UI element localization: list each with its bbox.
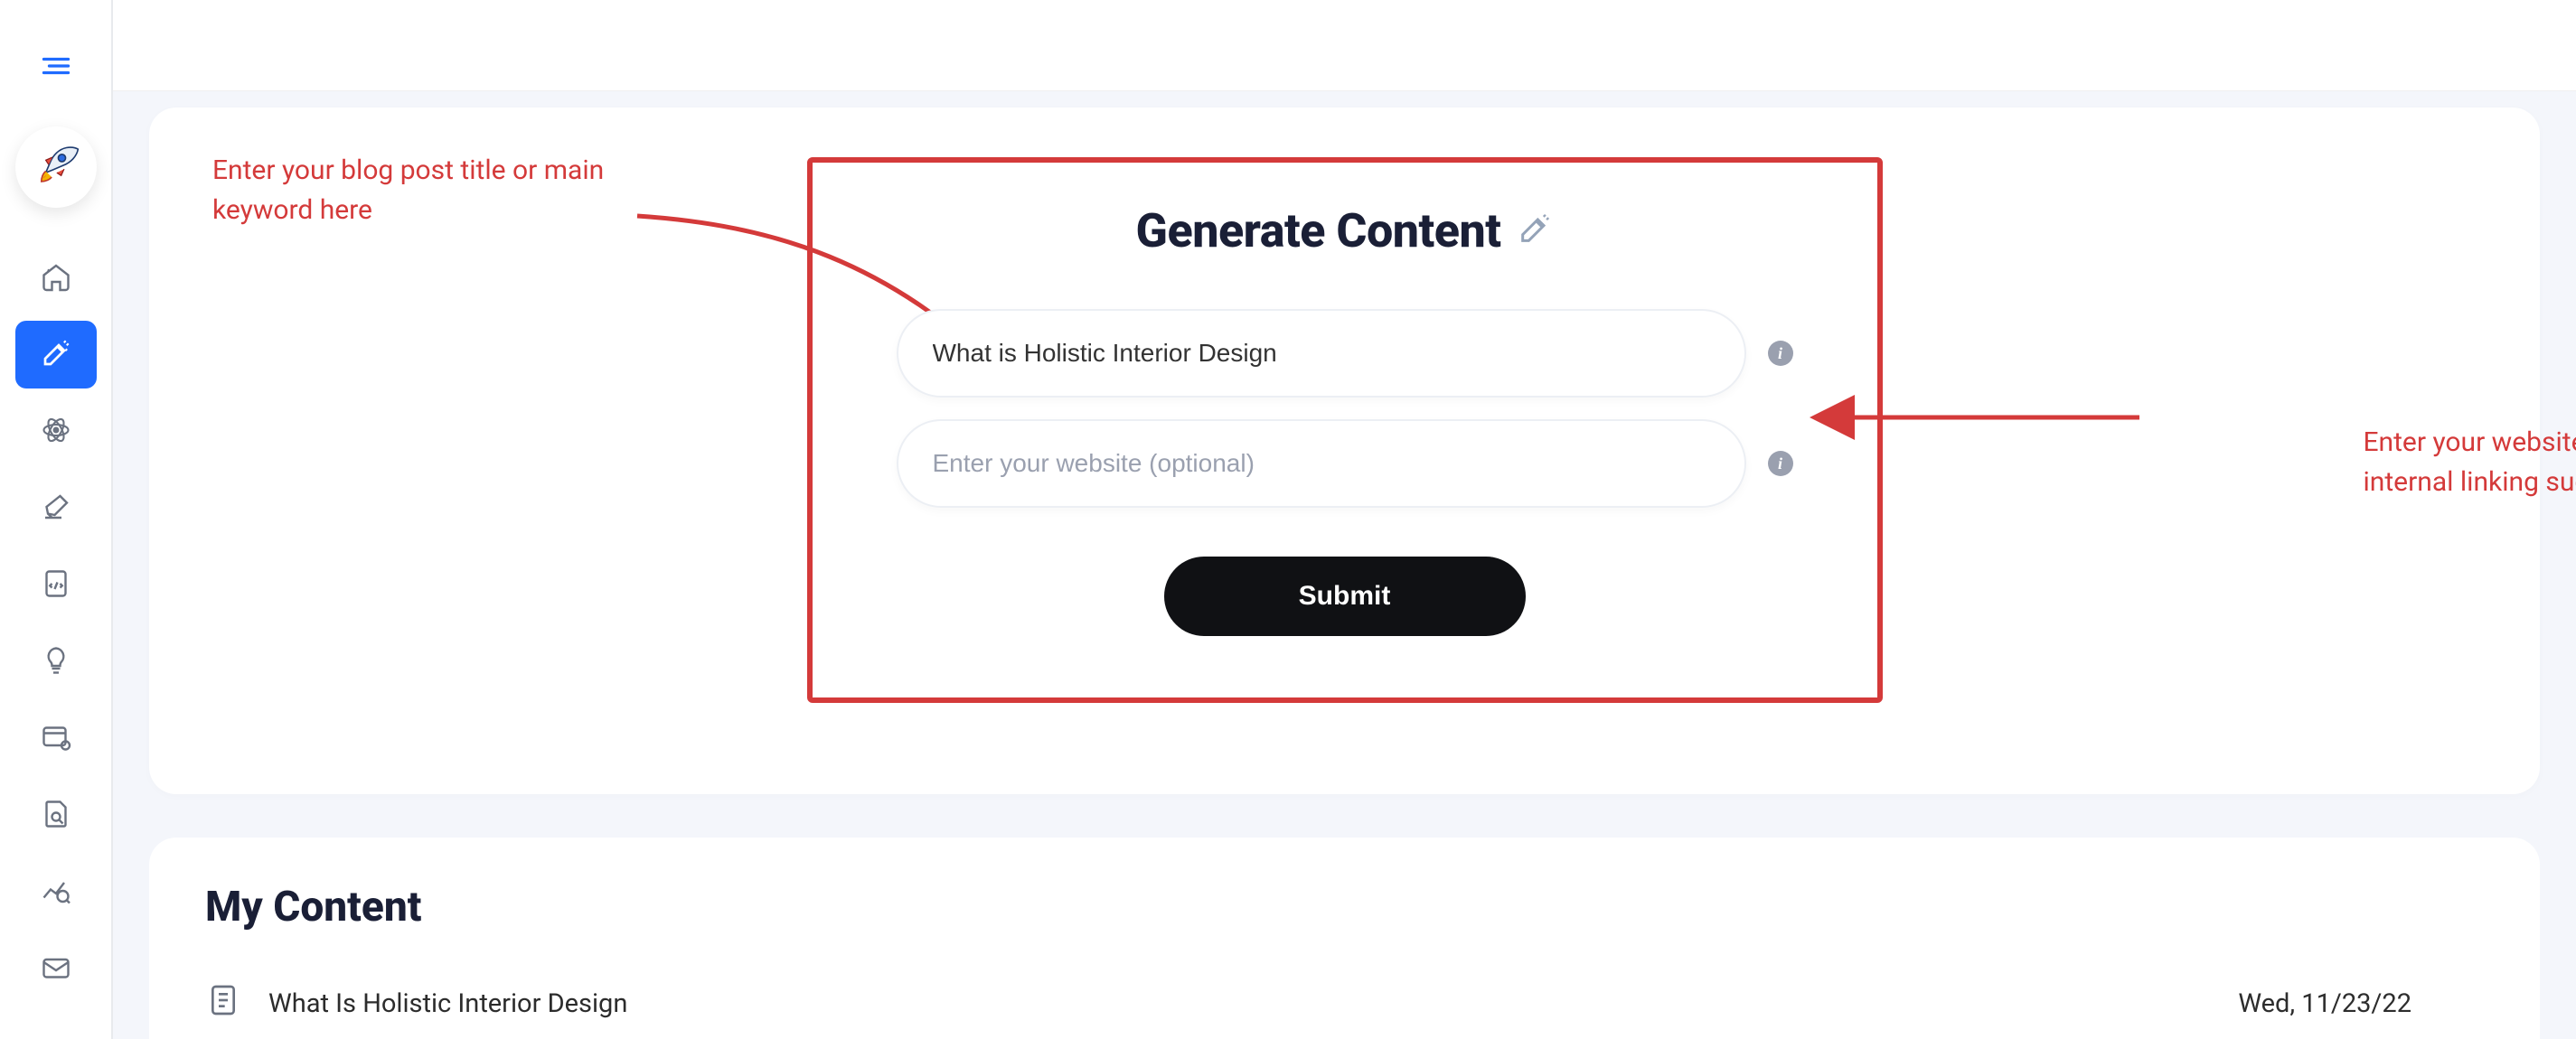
card-settings-icon [40,721,72,757]
rocket-icon [33,142,80,192]
my-content-heading: My Content [205,883,2484,931]
atom-icon [40,414,72,450]
wand-icon [1517,203,1553,258]
content-row-date: Wed, 11/23/22 [2238,988,2484,1019]
annotation-left-text: Enter your blog post title or main keywo… [212,154,604,226]
lightbulb-icon [40,644,72,680]
content-row-title: What Is Holistic Interior Design [268,988,627,1019]
my-content-card: My Content What Is Holistic Interior Des… [149,838,2540,1039]
sidebar-item-atom[interactable] [15,398,97,465]
sidebar-item-code[interactable] [15,551,97,619]
sidebar-item-idea[interactable] [15,628,97,696]
annotation-right: Enter your website to receive internal l… [2364,423,2576,501]
sidebar-item-card[interactable] [15,705,97,772]
website-input[interactable] [897,419,1746,508]
generate-title-text: Generate Content [1136,203,1501,258]
generate-panel: Generate Content i i Submit Enter your w… [807,157,1883,703]
document-search-icon [40,798,72,834]
sidebar [0,0,113,1039]
sidebar-item-doc-search[interactable] [15,782,97,849]
sidebar-item-content-gen[interactable] [15,321,97,388]
wand-ruler-icon [40,337,72,373]
info-icon[interactable]: i [1768,341,1793,366]
title-input[interactable] [897,309,1746,398]
sidebar-item-home[interactable] [15,244,97,312]
main-area: Enter your blog post title or main keywo… [113,0,2576,1039]
content-row[interactable]: What Is Holistic Interior Design Wed, 11… [205,973,2484,1034]
menu-toggle[interactable] [40,50,72,86]
generate-title: Generate Content [1136,203,1554,258]
annotation-left: Enter your blog post title or main keywo… [212,151,700,229]
submit-button[interactable]: Submit [1164,557,1526,636]
envelope-icon [40,951,72,988]
generate-content-card: Enter your blog post title or main keywo… [149,108,2540,794]
sidebar-item-analytics[interactable] [15,858,97,926]
sidebar-item-highlight[interactable] [15,474,97,542]
house-icon [40,260,72,296]
document-icon [205,982,241,1025]
annotation-right-text: Enter your website to receive internal l… [2364,426,2576,498]
app-logo[interactable] [15,126,97,208]
document-code-icon [40,567,72,604]
highlighter-icon [40,491,72,527]
sidebar-item-envelope[interactable] [15,935,97,1003]
top-bar [113,0,2576,91]
chart-magnify-icon [40,875,72,911]
info-icon[interactable]: i [1768,451,1793,476]
